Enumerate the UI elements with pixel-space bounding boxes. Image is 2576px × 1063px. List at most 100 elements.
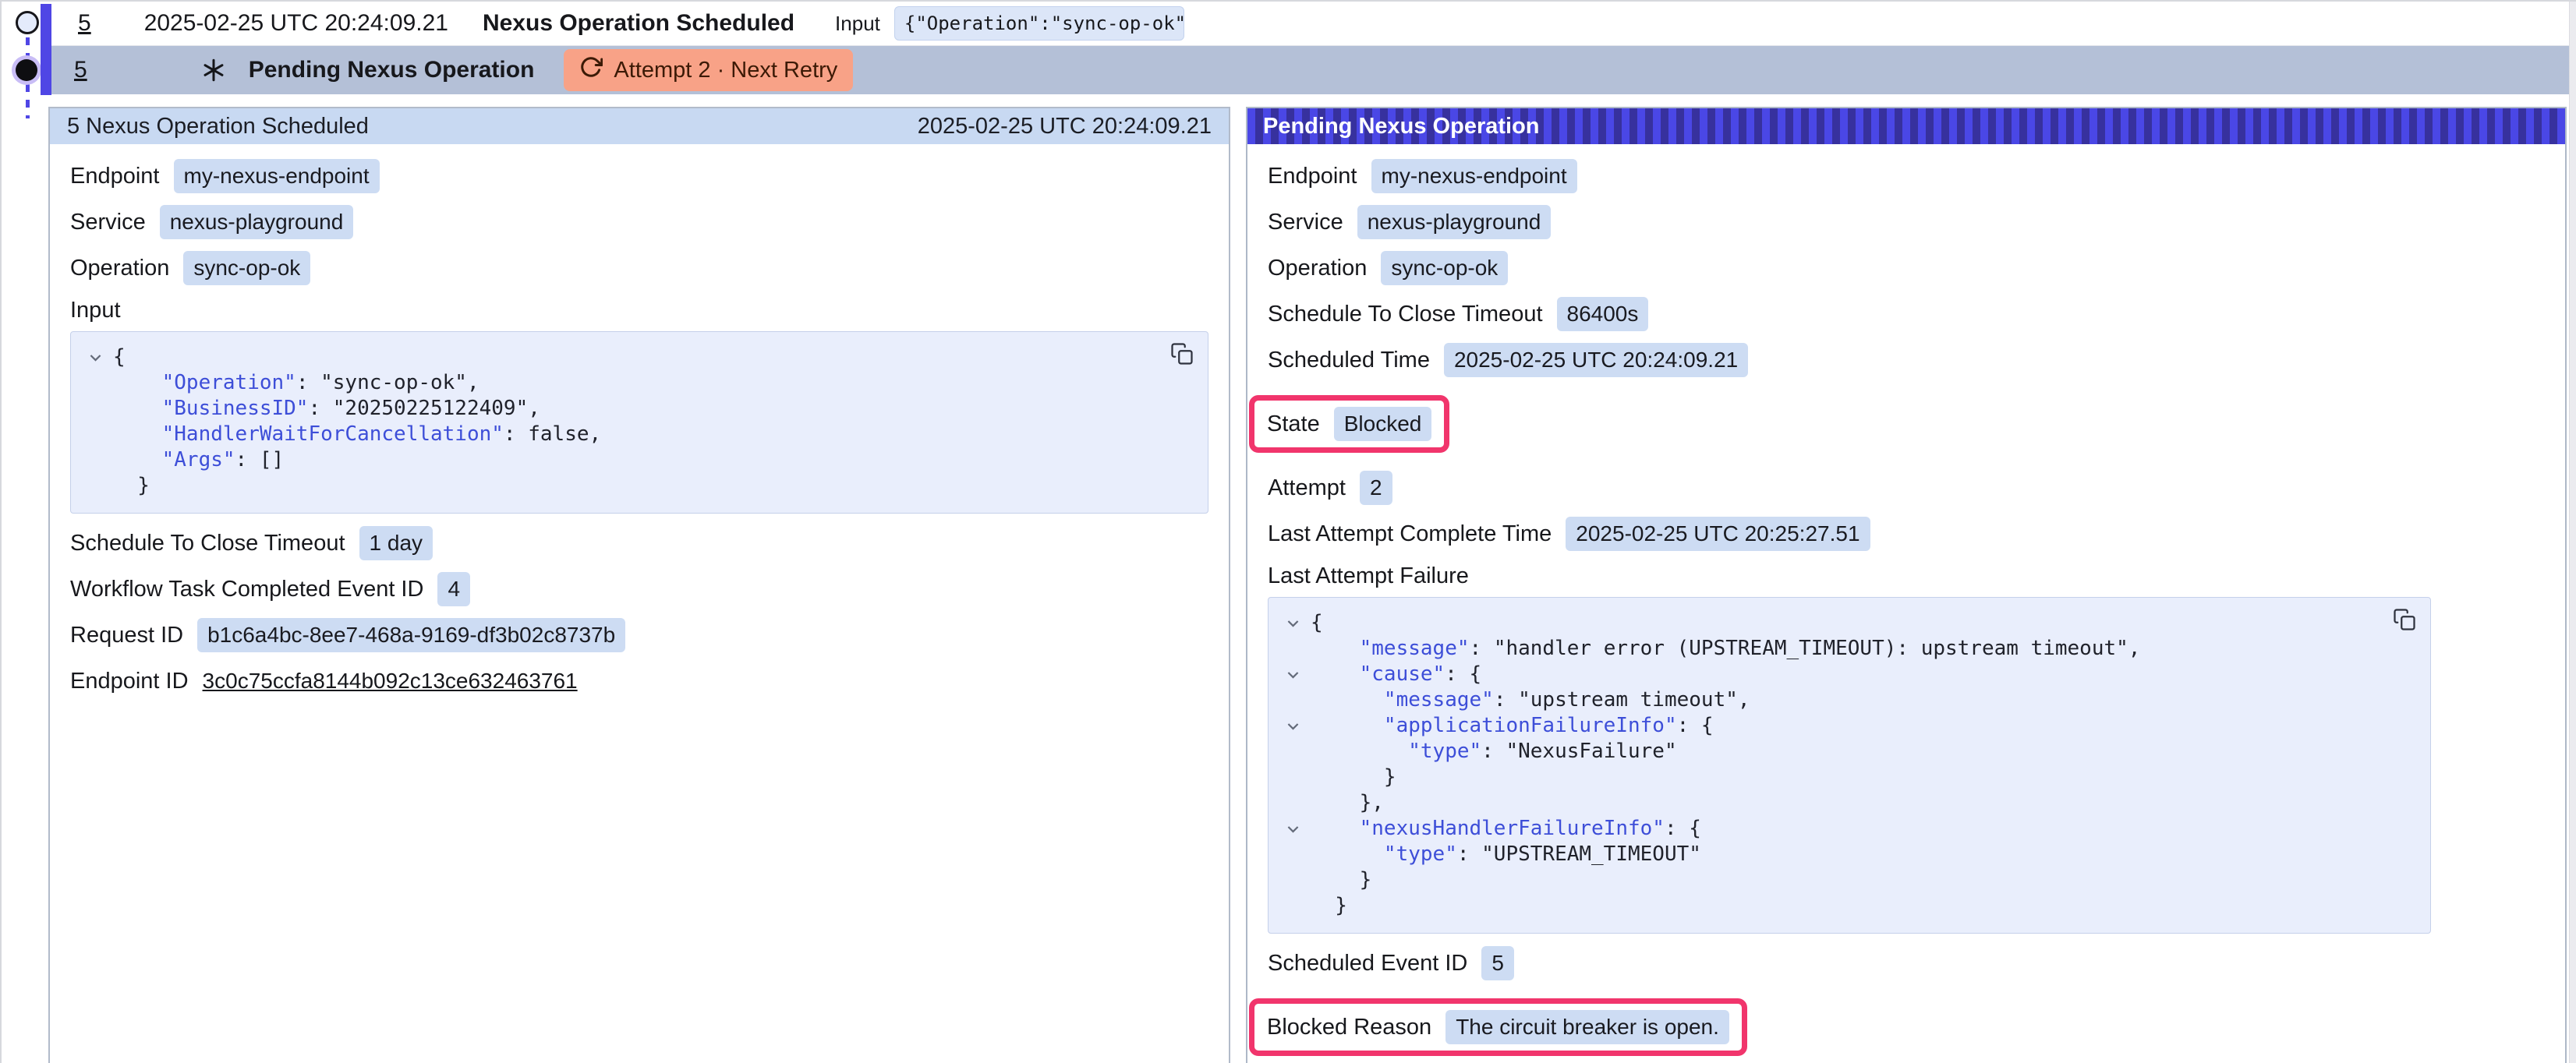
field-wft-completed-event-id: Workflow Task Completed Event ID 4 xyxy=(70,572,1208,606)
field-value-chip: 2 xyxy=(1360,471,1392,505)
timeline-open-dot xyxy=(16,11,39,34)
field-value-chip: my-nexus-endpoint xyxy=(1371,159,1577,193)
json-line: "applicationFailureInfo": { xyxy=(1275,713,2383,739)
event-details-header-timestamp: 2025-02-25 UTC 20:24:09.21 xyxy=(918,114,1212,139)
field-request-id: Request ID b1c6a4bc-8ee7-468a-9169-df3b0… xyxy=(70,618,1208,652)
input-section-label: Input xyxy=(70,298,1208,323)
field-endpoint-id: Endpoint ID 3c0c75ccfa8144b092c13ce63246… xyxy=(70,664,1208,698)
field-label: Schedule To Close Timeout xyxy=(70,531,345,556)
field-value-chip: 2025-02-25 UTC 20:25:27.51 xyxy=(1566,517,1870,551)
field-label: Service xyxy=(1268,210,1343,235)
field-value-chip: sync-op-ok xyxy=(1381,251,1508,285)
json-line: } xyxy=(1275,765,2383,790)
collapse-chevron-icon[interactable] xyxy=(1286,825,1300,834)
field-value-chip: b1c6a4bc-8ee7-468a-9169-df3b02c8737b xyxy=(197,618,625,652)
field-schedule-to-close: Schedule To Close Timeout 1 day xyxy=(70,526,1208,560)
collapse-chevron-icon[interactable] xyxy=(1286,619,1300,628)
field-label: Schedule To Close Timeout xyxy=(1268,302,1543,327)
json-line: "type": "NexusFailure" xyxy=(1275,739,2383,765)
field-label: Endpoint ID xyxy=(70,669,189,694)
field-operation: Operation sync-op-ok xyxy=(1268,251,2545,285)
field-last-attempt-complete-time: Last Attempt Complete Time 2025-02-25 UT… xyxy=(1268,517,2545,551)
retry-icon xyxy=(579,55,603,85)
field-label: Scheduled Event ID xyxy=(1268,951,1467,976)
field-endpoint: Endpoint my-nexus-endpoint xyxy=(1268,159,2545,193)
pending-panel-header: Pending Nexus Operation xyxy=(1247,108,2565,144)
field-operation: Operation sync-op-ok xyxy=(70,251,1208,285)
field-value-chip: 4 xyxy=(437,572,470,606)
field-label: Workflow Task Completed Event ID xyxy=(70,577,423,602)
input-label: Input xyxy=(835,12,880,36)
field-endpoint: Endpoint my-nexus-endpoint xyxy=(70,159,1208,193)
pending-asterisk-icon xyxy=(202,58,225,82)
field-label: Last Attempt Complete Time xyxy=(1268,521,1552,547)
input-preview-chip[interactable]: {"Operation":"sync-op-ok","BusinessID":"… xyxy=(894,6,1184,41)
field-scheduled-time: Scheduled Time 2025-02-25 UTC 20:24:09.2… xyxy=(1268,343,2545,377)
blocked-reason-highlight-box: Blocked Reason The circuit breaker is op… xyxy=(1249,998,1747,1056)
copy-icon[interactable] xyxy=(1169,341,1195,368)
state-highlight-box: State Blocked xyxy=(1249,395,1449,453)
field-label: Scheduled Time xyxy=(1268,348,1430,373)
field-value-chip: nexus-playground xyxy=(160,205,354,239)
json-line: "HandlerWaitForCancellation": false, xyxy=(77,422,1161,447)
field-label: Attempt xyxy=(1268,475,1346,501)
failure-json-lines: { "message": "handler error (UPSTREAM_TI… xyxy=(1275,610,2383,919)
last-attempt-failure-label: Last Attempt Failure xyxy=(1268,563,2545,589)
json-line: "Args": [] xyxy=(77,447,1161,473)
retry-status-badge: Attempt 2 · Next Retry xyxy=(564,49,853,91)
json-line: "type": "UPSTREAM_TIMEOUT" xyxy=(1275,842,2383,867)
field-label: State xyxy=(1267,411,1320,437)
json-line: } xyxy=(1275,867,2383,893)
pending-operation-panel: Pending Nexus Operation Endpoint my-nexu… xyxy=(1246,107,2567,1063)
field-schedule-to-close: Schedule To Close Timeout 86400s xyxy=(1268,297,2545,331)
event-timeline-gutter xyxy=(5,2,39,126)
input-json-block: { "Operation": "sync-op-ok", "BusinessID… xyxy=(70,331,1208,514)
event-title: Nexus Operation Scheduled xyxy=(483,10,794,37)
json-line: "cause": { xyxy=(1275,662,2383,687)
field-label: Operation xyxy=(70,256,169,281)
pending-operation-row[interactable]: 5 Pending Nexus Operation Attempt 2 · Ne… xyxy=(51,46,2576,94)
json-line: "nexusHandlerFailureInfo": { xyxy=(1275,816,2383,842)
pending-panel-title: Pending Nexus Operation xyxy=(1263,114,1540,139)
json-line: "BusinessID": "20250225122409", xyxy=(77,396,1161,422)
collapse-chevron-icon[interactable] xyxy=(1286,722,1300,731)
field-label: Endpoint xyxy=(1268,164,1357,189)
pending-event-id-link[interactable]: 5 xyxy=(74,57,87,83)
event-details-header: 5 Nexus Operation Scheduled 2025-02-25 U… xyxy=(50,108,1229,144)
field-value-chip: 5 xyxy=(1481,946,1514,980)
event-timestamp: 2025-02-25 UTC 20:24:09.21 xyxy=(144,10,448,37)
field-label: Operation xyxy=(1268,256,1367,281)
timeline-filled-dot xyxy=(16,59,37,81)
event-id-link[interactable]: 5 xyxy=(78,10,91,37)
json-line: } xyxy=(77,473,1161,499)
json-line: }, xyxy=(1275,790,2383,816)
state-value-chip: Blocked xyxy=(1334,407,1432,441)
json-line: { xyxy=(77,344,1161,370)
selected-group-indicator-bar xyxy=(41,4,51,95)
collapse-chevron-icon[interactable] xyxy=(1286,670,1300,680)
field-attempt: Attempt 2 xyxy=(1268,471,2545,505)
json-line: "Operation": "sync-op-ok", xyxy=(77,370,1161,396)
copy-icon[interactable] xyxy=(2391,607,2418,634)
collapse-chevron-icon[interactable] xyxy=(89,353,102,362)
event-row-scheduled[interactable]: 5 2025-02-25 UTC 20:24:09.21 Nexus Opera… xyxy=(51,2,2576,46)
field-value-chip: 1 day xyxy=(359,526,433,560)
blocked-reason-chip: The circuit breaker is open. xyxy=(1445,1010,1729,1044)
field-service: Service nexus-playground xyxy=(70,205,1208,239)
field-value-chip: sync-op-ok xyxy=(183,251,310,285)
json-line: { xyxy=(1275,610,2383,636)
event-details-panel: 5 Nexus Operation Scheduled 2025-02-25 U… xyxy=(48,107,1230,1063)
vertical-scrollbar[interactable] xyxy=(2569,2,2576,1063)
failure-json-block: { "message": "handler error (UPSTREAM_TI… xyxy=(1268,597,2431,934)
event-details-header-title: 5 Nexus Operation Scheduled xyxy=(67,114,369,139)
field-value-chip: 86400s xyxy=(1557,297,1649,331)
field-label: Service xyxy=(70,210,146,235)
page-left-border xyxy=(0,2,2,1063)
json-line: "message": "upstream timeout", xyxy=(1275,687,2383,713)
json-line: } xyxy=(1275,893,2383,919)
field-label: Blocked Reason xyxy=(1267,1015,1431,1040)
field-service: Service nexus-playground xyxy=(1268,205,2545,239)
field-value-chip: my-nexus-endpoint xyxy=(174,159,380,193)
endpoint-id-link[interactable]: 3c0c75ccfa8144b092c13ce632463761 xyxy=(203,669,578,694)
field-scheduled-event-id: Scheduled Event ID 5 xyxy=(1268,946,2545,980)
